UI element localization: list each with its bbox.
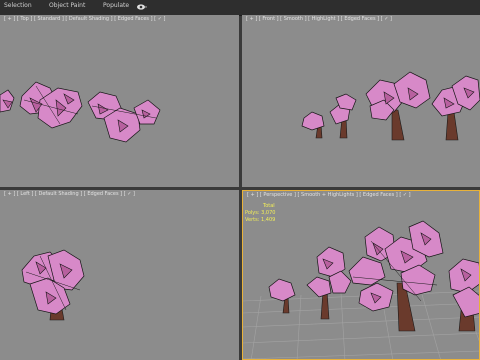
- ribbon-bar: Selection Object Paint Populate: [0, 0, 480, 16]
- viewport-perspective[interactable]: [ + ] [ Perspective ] [ Smooth + HighLig…: [242, 190, 480, 360]
- eye-icon[interactable]: [137, 3, 147, 11]
- trees-front-view: [301, 71, 480, 141]
- viewport-left[interactable]: [ + ] [ Left ] [ Default Shading ] [ Edg…: [0, 190, 239, 360]
- trees-top-view: [0, 81, 161, 143]
- trees-left-view: [21, 249, 85, 321]
- viewport-top[interactable]: [ + ] [ Top ] [ Standard ] [ Default Sha…: [0, 15, 239, 187]
- tab-selection[interactable]: Selection: [4, 2, 32, 9]
- trees-perspective-view: [243, 220, 479, 359]
- tab-object-paint[interactable]: Object Paint: [49, 2, 85, 9]
- viewport-front[interactable]: [ + ] [ Front ] [ Smooth ] [ HighLight ]…: [242, 15, 480, 187]
- tab-populate[interactable]: Populate: [103, 2, 129, 9]
